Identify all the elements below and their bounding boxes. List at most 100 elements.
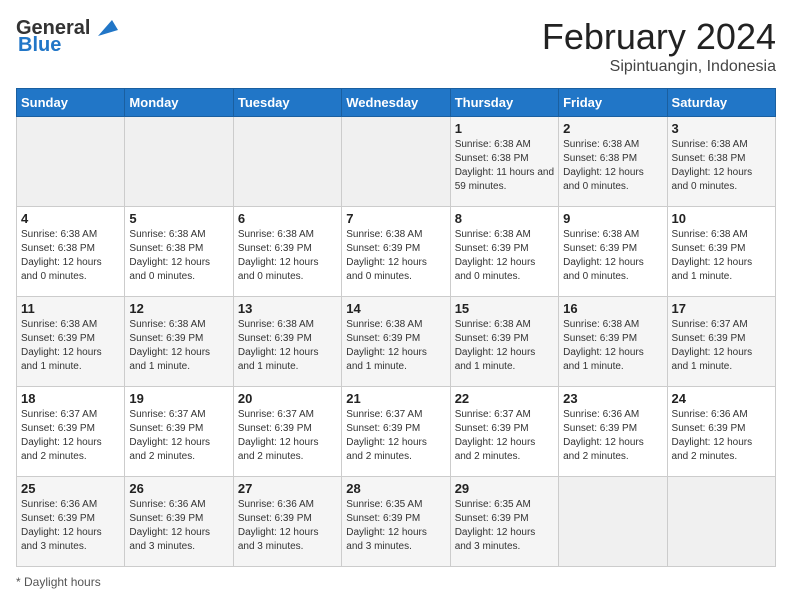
day-info: Sunrise: 6:38 AMSunset: 6:39 PMDaylight:… bbox=[238, 318, 337, 374]
day-number: 13 bbox=[238, 301, 337, 316]
day-number: 6 bbox=[238, 211, 337, 226]
day-number: 18 bbox=[21, 391, 120, 406]
calendar-cell: 15Sunrise: 6:38 AMSunset: 6:39 PMDayligh… bbox=[450, 297, 558, 387]
day-number: 14 bbox=[346, 301, 445, 316]
calendar-cell: 5 Sunrise: 6:38 AMSunset: 6:38 PMDaylight… bbox=[125, 207, 233, 297]
footer-note: * Daylight hours bbox=[16, 575, 776, 589]
day-info: Sunrise: 6:38 AMSunset: 6:39 PMDaylight:… bbox=[455, 228, 554, 284]
day-info: Sunrise: 6:37 AMSunset: 6:39 PMDaylight:… bbox=[672, 318, 771, 374]
day-info: Sunrise: 6:37 AMSunset: 6:39 PMDaylight:… bbox=[21, 408, 120, 464]
calendar-cell: 3 Sunrise: 6:38 AMSunset: 6:38 PMDaylight… bbox=[667, 117, 775, 207]
calendar-cell: 7 Sunrise: 6:38 AMSunset: 6:39 PMDaylight… bbox=[342, 207, 450, 297]
calendar-body: 1 Sunrise: 6:38 AMSunset: 6:38 PMDaylight… bbox=[17, 117, 776, 567]
day-info: Sunrise: 6:37 AMSunset: 6:39 PMDaylight:… bbox=[129, 408, 228, 464]
day-info: Sunrise: 6:37 AMSunset: 6:39 PMDaylight:… bbox=[346, 408, 445, 464]
calendar-cell: 26 Sunrise: 6:36 AMSunset: 6:39 PMDayligh… bbox=[125, 477, 233, 567]
calendar-cell: 14 Sunrise: 6:38 AMSunset: 6:39 PMDayligh… bbox=[342, 297, 450, 387]
day-info: Sunrise: 6:38 AMSunset: 6:39 PMDaylight:… bbox=[563, 318, 662, 374]
day-info: Sunrise: 6:36 AMSunset: 6:39 PMDaylight:… bbox=[672, 408, 771, 464]
calendar-cell: 29 Sunrise: 6:35 AMSunset: 6:39 PMDayligh… bbox=[450, 477, 558, 567]
day-number: 12 bbox=[129, 301, 228, 316]
calendar-cell: 18 Sunrise: 6:37 AMSunset: 6:39 PMDayligh… bbox=[17, 387, 125, 477]
day-number: 24 bbox=[672, 391, 771, 406]
calendar-cell: 12 Sunrise: 6:38 AMSunset: 6:39 PMDayligh… bbox=[125, 297, 233, 387]
day-number: 7 bbox=[346, 211, 445, 226]
calendar-week-0: 1 Sunrise: 6:38 AMSunset: 6:38 PMDaylight… bbox=[17, 117, 776, 207]
calendar-cell: 8 Sunrise: 6:38 AMSunset: 6:39 PMDaylight… bbox=[450, 207, 558, 297]
day-number: 23 bbox=[563, 391, 662, 406]
calendar-week-1: 4Sunrise: 6:38 AMSunset: 6:38 PMDaylight… bbox=[17, 207, 776, 297]
day-info: Sunrise: 6:38 AMSunset: 6:39 PMDaylight:… bbox=[21, 318, 120, 374]
calendar-cell bbox=[233, 117, 341, 207]
day-info: Sunrise: 6:38 AMSunset: 6:39 PMDaylight:… bbox=[672, 228, 771, 284]
day-info: Sunrise: 6:35 AMSunset: 6:39 PMDaylight:… bbox=[455, 498, 554, 554]
day-number: 21 bbox=[346, 391, 445, 406]
day-number: 19 bbox=[129, 391, 228, 406]
calendar-cell bbox=[17, 117, 125, 207]
calendar-cell: 27Sunrise: 6:36 AMSunset: 6:39 PMDayligh… bbox=[233, 477, 341, 567]
day-info: Sunrise: 6:38 AMSunset: 6:39 PMDaylight:… bbox=[346, 228, 445, 284]
day-header-monday: Monday bbox=[125, 89, 233, 117]
day-header-wednesday: Wednesday bbox=[342, 89, 450, 117]
calendar-cell bbox=[125, 117, 233, 207]
calendar-cell: 4Sunrise: 6:38 AMSunset: 6:38 PMDaylight… bbox=[17, 207, 125, 297]
day-number: 27 bbox=[238, 481, 337, 496]
day-header-tuesday: Tuesday bbox=[233, 89, 341, 117]
calendar-cell: 16 Sunrise: 6:38 AMSunset: 6:39 PMDayligh… bbox=[559, 297, 667, 387]
calendar-cell: 10 Sunrise: 6:38 AMSunset: 6:39 PMDayligh… bbox=[667, 207, 775, 297]
day-info: Sunrise: 6:38 AMSunset: 6:38 PMDaylight:… bbox=[129, 228, 228, 284]
day-info: Sunrise: 6:38 AMSunset: 6:38 PMDaylight:… bbox=[563, 138, 662, 194]
day-info: Sunrise: 6:37 AMSunset: 6:39 PMDaylight:… bbox=[238, 408, 337, 464]
calendar-header: SundayMondayTuesdayWednesdayThursdayFrid… bbox=[17, 89, 776, 117]
day-number: 28 bbox=[346, 481, 445, 496]
calendar-cell: 24 Sunrise: 6:36 AMSunset: 6:39 PMDayligh… bbox=[667, 387, 775, 477]
day-number: 3 bbox=[672, 121, 771, 136]
logo-bird-icon bbox=[90, 16, 120, 40]
day-number: 1 bbox=[455, 121, 554, 136]
day-info: Sunrise: 6:38 AMSunset: 6:39 PMDaylight:… bbox=[346, 318, 445, 374]
day-info: Sunrise: 6:38 AMSunset: 6:38 PMDaylight:… bbox=[455, 138, 554, 194]
day-info: Sunrise: 6:37 AMSunset: 6:39 PMDaylight:… bbox=[455, 408, 554, 464]
calendar-week-2: 11Sunrise: 6:38 AMSunset: 6:39 PMDayligh… bbox=[17, 297, 776, 387]
day-number: 26 bbox=[129, 481, 228, 496]
day-number: 10 bbox=[672, 211, 771, 226]
calendar-cell: 20 Sunrise: 6:37 AMSunset: 6:39 PMDayligh… bbox=[233, 387, 341, 477]
calendar-table: SundayMondayTuesdayWednesdayThursdayFrid… bbox=[16, 88, 776, 567]
calendar-cell: 9 Sunrise: 6:38 AMSunset: 6:39 PMDaylight… bbox=[559, 207, 667, 297]
day-info: Sunrise: 6:38 AMSunset: 6:39 PMDaylight:… bbox=[455, 318, 554, 374]
day-number: 29 bbox=[455, 481, 554, 496]
day-number: 20 bbox=[238, 391, 337, 406]
day-number: 22 bbox=[455, 391, 554, 406]
day-number: 2 bbox=[563, 121, 662, 136]
title-area: February 2024 Sipintuangin, Indonesia bbox=[542, 16, 776, 76]
day-number: 8 bbox=[455, 211, 554, 226]
day-info: Sunrise: 6:36 AMSunset: 6:39 PMDaylight:… bbox=[129, 498, 228, 554]
calendar-cell: 23 Sunrise: 6:36 AMSunset: 6:39 PMDayligh… bbox=[559, 387, 667, 477]
calendar-week-3: 18 Sunrise: 6:37 AMSunset: 6:39 PMDayligh… bbox=[17, 387, 776, 477]
calendar-cell bbox=[667, 477, 775, 567]
day-header-saturday: Saturday bbox=[667, 89, 775, 117]
day-info: Sunrise: 6:38 AMSunset: 6:39 PMDaylight:… bbox=[563, 228, 662, 284]
day-info: Sunrise: 6:38 AMSunset: 6:38 PMDaylight:… bbox=[21, 228, 120, 284]
day-info: Sunrise: 6:36 AMSunset: 6:39 PMDaylight:… bbox=[21, 498, 120, 554]
day-info: Sunrise: 6:38 AMSunset: 6:39 PMDaylight:… bbox=[129, 318, 228, 374]
day-number: 9 bbox=[563, 211, 662, 226]
days-of-week-row: SundayMondayTuesdayWednesdayThursdayFrid… bbox=[17, 89, 776, 117]
day-number: 16 bbox=[563, 301, 662, 316]
day-header-thursday: Thursday bbox=[450, 89, 558, 117]
day-info: Sunrise: 6:38 AMSunset: 6:38 PMDaylight:… bbox=[672, 138, 771, 194]
header: General Blue February 2024 Sipintuangin,… bbox=[16, 16, 776, 76]
day-header-friday: Friday bbox=[559, 89, 667, 117]
logo-icon-area bbox=[90, 16, 120, 40]
day-number: 5 bbox=[129, 211, 228, 226]
day-info: Sunrise: 6:38 AMSunset: 6:39 PMDaylight:… bbox=[238, 228, 337, 284]
calendar-cell: 25Sunrise: 6:36 AMSunset: 6:39 PMDayligh… bbox=[17, 477, 125, 567]
location-title: Sipintuangin, Indonesia bbox=[542, 58, 776, 76]
calendar-cell bbox=[559, 477, 667, 567]
day-info: Sunrise: 6:35 AMSunset: 6:39 PMDaylight:… bbox=[346, 498, 445, 554]
calendar-cell: 17 Sunrise: 6:37 AMSunset: 6:39 PMDayligh… bbox=[667, 297, 775, 387]
daylight-label: Daylight hours bbox=[24, 575, 101, 589]
day-info: Sunrise: 6:36 AMSunset: 6:39 PMDaylight:… bbox=[563, 408, 662, 464]
calendar-cell bbox=[342, 117, 450, 207]
day-number: 17 bbox=[672, 301, 771, 316]
